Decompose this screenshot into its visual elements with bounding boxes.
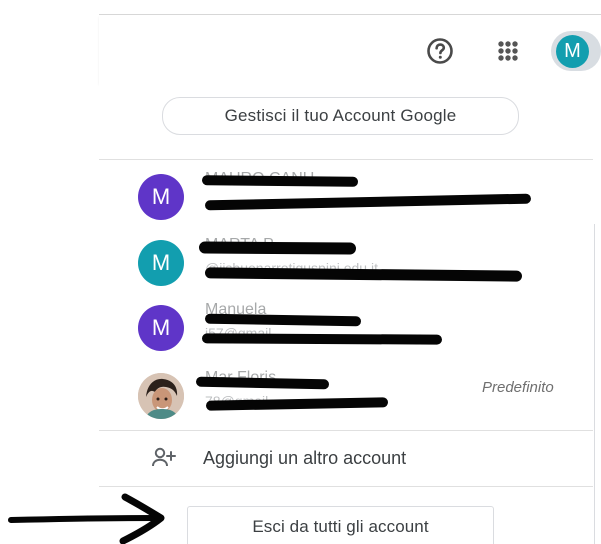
profile-photo-avatar xyxy=(138,373,184,419)
accounts-divider xyxy=(99,430,593,431)
help-circle-icon xyxy=(427,38,453,64)
apps-grid-icon xyxy=(498,41,518,61)
add-account-item[interactable]: Aggiungi un altro account xyxy=(99,440,601,482)
profile-photo-icon xyxy=(138,373,184,419)
right-arrow-icon xyxy=(8,493,165,544)
help-button[interactable] xyxy=(426,37,454,65)
add-person-icon xyxy=(152,447,176,467)
manage-google-account-button[interactable]: Gestisci il tuo Account Google xyxy=(162,97,519,135)
google-account-menu-screenshot: M Gestisci il tuo Account Google M MAURO… xyxy=(0,0,601,544)
account-avatar-2: M xyxy=(138,240,184,286)
account-avatar-1: M xyxy=(138,174,184,220)
account-avatar-button[interactable]: M xyxy=(556,35,589,68)
redaction-bar xyxy=(201,333,443,345)
default-account-label: Predefinito xyxy=(482,379,554,396)
top-bar xyxy=(99,15,601,83)
apps-button[interactable] xyxy=(494,37,522,65)
add-account-label: Aggiungi un altro account xyxy=(203,448,407,468)
manage-divider xyxy=(99,159,593,160)
redaction-bar xyxy=(201,175,359,187)
sign-out-all-button[interactable]: Esci da tutti gli account xyxy=(187,506,494,544)
redaction-bar xyxy=(198,241,357,255)
account-avatar-3: M xyxy=(138,305,184,351)
